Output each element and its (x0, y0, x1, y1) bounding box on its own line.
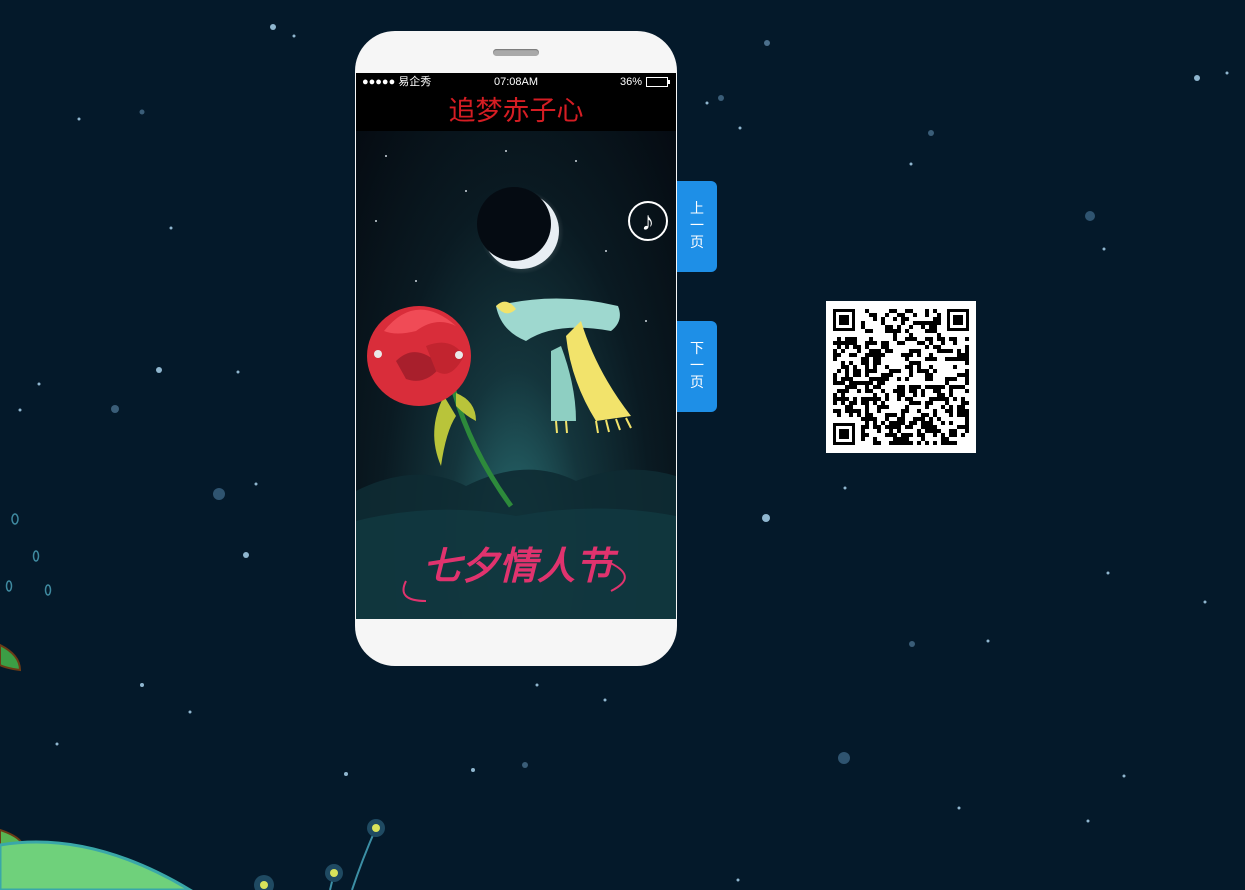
moon-image (477, 187, 564, 274)
phone-screen: ●●●●● 易企秀 07:08AM 36% 追梦赤子心 七夕情人节 ♪ (356, 73, 676, 619)
next-page-button[interactable]: 下一页 (677, 321, 717, 412)
qr-code (826, 301, 976, 453)
battery-indicator: 36% (619, 73, 670, 91)
poster-title-text: 七夕情人节 (423, 543, 619, 588)
music-toggle-icon[interactable]: ♪ (628, 201, 668, 241)
phone-frame: ●●●●● 易企秀 07:08AM 36% 追梦赤子心 七夕情人节 ♪ (355, 31, 677, 666)
prev-page-label: 上一页 (690, 201, 704, 251)
poster-scene: 七夕情人节 ♪ (356, 131, 676, 619)
phone-speaker (493, 49, 539, 56)
page-title: 追梦赤子心 (448, 96, 584, 127)
next-page-label: 下一页 (690, 341, 704, 391)
prev-page-button[interactable]: 上一页 (677, 181, 717, 272)
rose-image (367, 306, 514, 508)
scarf-image (496, 298, 632, 434)
battery-icon (646, 77, 670, 87)
status-bar: ●●●●● 易企秀 07:08AM 36% (356, 73, 676, 91)
battery-percent: 36% (619, 76, 642, 88)
